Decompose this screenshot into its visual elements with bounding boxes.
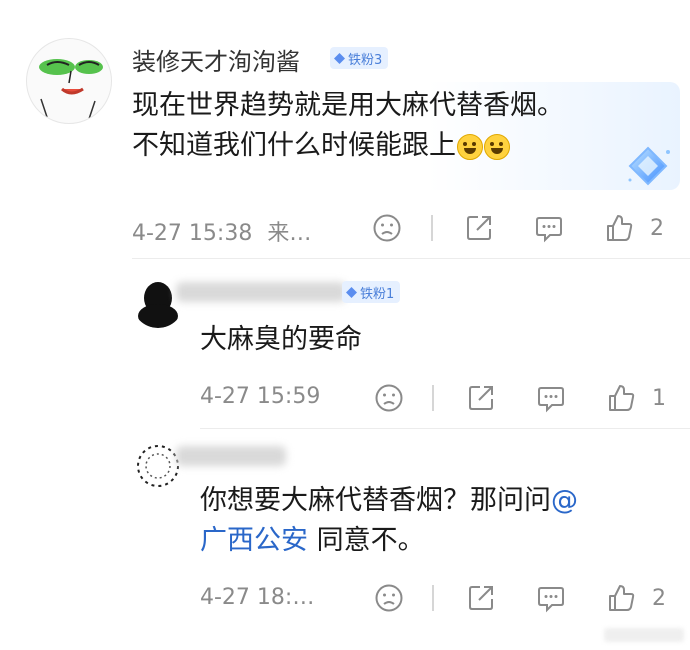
action-separator bbox=[432, 385, 434, 411]
avatar[interactable] bbox=[26, 38, 112, 124]
laughing-crying-emoji bbox=[457, 133, 483, 160]
reply-button[interactable] bbox=[536, 383, 566, 413]
thumbs-up-icon bbox=[609, 585, 635, 611]
dislike-button[interactable] bbox=[372, 213, 402, 243]
laughing-crying-emoji bbox=[484, 133, 510, 160]
like-button[interactable]: 2 bbox=[604, 213, 664, 243]
redacted-username[interactable] bbox=[176, 282, 346, 302]
comment-text: 现在世界趋势就是用大麻代替香烟。 不知道我们什么时候能跟上 bbox=[132, 86, 564, 166]
comment-text-line-2-text: 同意不。 bbox=[308, 525, 425, 556]
comment-text-line-1: 你想要大麻代替香烟？那问问@ bbox=[200, 481, 578, 521]
comment-timestamp: 4-27 15:59 bbox=[200, 384, 321, 409]
share-icon bbox=[469, 386, 493, 410]
avatar-drawing bbox=[39, 59, 103, 120]
dislike-button[interactable] bbox=[374, 583, 404, 613]
comment-text: 大麻臭的要命 bbox=[200, 324, 362, 355]
like-button[interactable]: 2 bbox=[606, 583, 666, 613]
comment-text-line-2: 不知道我们什么时候能跟上 bbox=[132, 126, 564, 166]
comment-timestamp: 4-27 18:… bbox=[200, 585, 315, 610]
like-button[interactable]: 1 bbox=[606, 383, 666, 413]
frown-icon bbox=[373, 214, 401, 242]
comment-text-line-1: 现在世界趋势就是用大麻代替香烟。 bbox=[132, 90, 564, 121]
share-icon bbox=[467, 216, 491, 240]
redacted-username[interactable] bbox=[176, 446, 286, 466]
share-button[interactable] bbox=[466, 383, 496, 413]
fan-badge-label: 铁粉1 bbox=[360, 286, 395, 302]
watermark bbox=[604, 628, 684, 642]
share-button[interactable] bbox=[466, 583, 496, 613]
comment-text-line-2: 广西公安 同意不。 bbox=[200, 521, 578, 561]
diamond-badge-icon bbox=[628, 146, 670, 186]
share-icon bbox=[469, 586, 493, 610]
comment-text-line-2-text: 不知道我们什么时候能跟上 bbox=[132, 130, 456, 161]
action-separator bbox=[431, 215, 433, 241]
comment-source[interactable]: 来… bbox=[267, 221, 311, 246]
thumbs-up-icon bbox=[607, 215, 633, 241]
diamond-badge-icon bbox=[346, 286, 357, 298]
frown-icon bbox=[375, 584, 403, 612]
like-count: 2 bbox=[650, 215, 664, 241]
like-count: 2 bbox=[652, 585, 666, 611]
like-count: 1 bbox=[652, 385, 666, 411]
mention-at-sign[interactable]: @ bbox=[551, 485, 578, 516]
dislike-button[interactable] bbox=[374, 383, 404, 413]
reply-button[interactable] bbox=[536, 583, 566, 613]
thumbs-up-icon bbox=[609, 385, 635, 411]
action-separator bbox=[432, 585, 434, 611]
comment-timestamp: 4-27 15:38 bbox=[132, 221, 253, 246]
divider bbox=[200, 428, 690, 429]
fan-badge-label: 铁粉3 bbox=[348, 52, 383, 68]
comment-icon bbox=[536, 217, 562, 243]
comment-text-line-1-text: 你想要大麻代替香烟？那问问 bbox=[200, 485, 551, 516]
comment-username[interactable]: 装修天才洵洵酱 bbox=[132, 42, 300, 77]
frown-icon bbox=[375, 384, 403, 412]
diamond-badge-icon bbox=[334, 52, 345, 64]
comment-meta: 4-27 15:38 来… bbox=[132, 215, 311, 247]
fan-badge[interactable]: 铁粉1 bbox=[342, 281, 401, 303]
share-button[interactable] bbox=[464, 213, 494, 243]
reply-button[interactable] bbox=[534, 213, 564, 243]
comment-icon bbox=[538, 387, 564, 413]
divider bbox=[132, 258, 690, 259]
mention-link[interactable]: 广西公安 bbox=[200, 525, 308, 556]
comment-icon bbox=[538, 587, 564, 613]
fan-badge[interactable]: 铁粉3 bbox=[330, 47, 389, 69]
comment-text: 你想要大麻代替香烟？那问问@ 广西公安 同意不。 bbox=[200, 481, 578, 561]
